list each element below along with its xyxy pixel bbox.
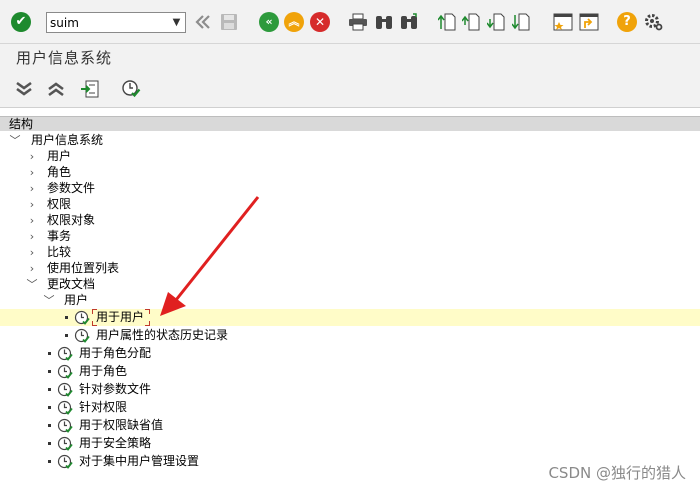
page-title: 用户信息系统 — [16, 49, 113, 67]
tree-node-for-profiles[interactable]: 针对参数文件 — [0, 381, 700, 398]
collapse-all-icon[interactable] — [45, 79, 67, 99]
tree-header-label: 结构 — [9, 117, 34, 131]
tree-header: 结构 — [0, 116, 700, 131]
document-arrow-icon[interactable] — [79, 79, 101, 99]
tree-node-auth-defaults[interactable]: 用于权限缺省值 — [0, 417, 700, 434]
tree-node-where-used[interactable]: › 使用位置列表 — [0, 260, 700, 277]
last-page-icon[interactable] — [511, 12, 531, 32]
bullet — [48, 388, 51, 391]
tree-node-for-users[interactable]: 用于用户 — [0, 309, 700, 326]
focus-corner — [92, 321, 97, 326]
command-field[interactable]: ▼ — [46, 12, 186, 33]
print-icon[interactable] — [347, 12, 369, 32]
tree-node-role-assignment[interactable]: 用于角色分配 — [0, 345, 700, 362]
tree-node-transactions[interactable]: › 事务 — [0, 228, 700, 245]
chevron-right-icon[interactable]: › — [26, 260, 38, 277]
bullet — [48, 424, 51, 427]
generate-shortcut-icon[interactable] — [578, 12, 600, 32]
chevron-right-icon[interactable]: › — [26, 212, 38, 229]
focus-corner — [92, 309, 97, 314]
gear-icon[interactable] — [642, 12, 664, 32]
find-icon[interactable] — [373, 12, 395, 32]
back-icon[interactable]: « — [259, 12, 279, 32]
enter-check-icon[interactable]: ✔ — [11, 12, 31, 32]
bullet — [48, 406, 51, 409]
execute-clock-icon[interactable] — [120, 79, 142, 99]
bullet — [48, 352, 51, 355]
tree-node-for-authorizations[interactable]: 针对权限 — [0, 399, 700, 416]
title-bar: 用户信息系统 — [0, 44, 700, 71]
chevron-right-icon[interactable]: › — [26, 164, 38, 181]
focus-corner — [145, 321, 150, 326]
tree-node-change-docs-user[interactable]: ﹀ 用户 — [0, 292, 700, 309]
first-page-icon[interactable] — [437, 12, 457, 32]
execute-clock-icon[interactable] — [57, 454, 73, 470]
chevron-right-icon[interactable]: › — [26, 244, 38, 261]
bullet — [65, 316, 68, 319]
bullet — [48, 442, 51, 445]
chevron-down-icon[interactable]: ﹀ — [9, 132, 21, 149]
system-toolbar: ✔ ▼ « ︽ ✕ ? — [0, 0, 700, 44]
tree-node-change-documents[interactable]: ﹀ 更改文档 — [0, 276, 700, 293]
bullet — [48, 460, 51, 463]
tree-node-user-attr-history[interactable]: 用户属性的状态历史记录 — [0, 327, 700, 344]
chevron-right-icon[interactable]: › — [26, 196, 38, 213]
watermark: CSDN @独行的猎人 — [548, 464, 686, 482]
execute-clock-icon[interactable] — [74, 328, 90, 344]
chevron-down-icon[interactable]: ﹀ — [43, 292, 55, 309]
execute-clock-icon[interactable] — [57, 364, 73, 380]
execute-clock-icon[interactable] — [74, 310, 90, 326]
previous-page-icon[interactable] — [461, 12, 481, 32]
save-icon[interactable] — [219, 12, 239, 32]
tree-node-profiles[interactable]: › 参数文件 — [0, 180, 700, 197]
tree-node-auth-objects[interactable]: › 权限对象 — [0, 212, 700, 229]
tree-node-root[interactable]: ﹀ 用户信息系统 — [0, 132, 700, 149]
application-toolbar — [0, 71, 700, 108]
execute-clock-icon[interactable] — [57, 400, 73, 416]
expand-all-icon[interactable] — [13, 79, 35, 99]
find-next-icon[interactable] — [398, 12, 420, 32]
tree-node-security-policies[interactable]: 用于安全策略 — [0, 435, 700, 452]
bullet — [48, 370, 51, 373]
execute-clock-icon[interactable] — [57, 346, 73, 362]
tree-node-for-roles[interactable]: 用于角色 — [0, 363, 700, 380]
execute-clock-icon[interactable] — [57, 382, 73, 398]
next-page-icon[interactable] — [486, 12, 506, 32]
chevron-right-icon[interactable]: › — [26, 148, 38, 165]
double-chevron-left-icon[interactable] — [193, 12, 213, 32]
chevron-right-icon[interactable]: › — [26, 180, 38, 197]
bullet — [65, 334, 68, 337]
help-icon[interactable]: ? — [617, 12, 637, 32]
execute-clock-icon[interactable] — [57, 418, 73, 434]
tree-node-authorizations[interactable]: › 权限 — [0, 196, 700, 213]
execute-clock-icon[interactable] — [57, 436, 73, 452]
new-session-icon[interactable] — [552, 12, 574, 32]
exit-icon[interactable]: ︽ — [284, 12, 304, 32]
focus-corner — [145, 309, 150, 314]
tree-node-roles[interactable]: › 角色 — [0, 164, 700, 181]
chevron-down-icon[interactable]: ▼ — [168, 13, 185, 32]
tree-node-users[interactable]: › 用户 — [0, 148, 700, 165]
chevron-right-icon[interactable]: › — [26, 228, 38, 245]
chevron-down-icon[interactable]: ﹀ — [26, 276, 38, 293]
command-input[interactable] — [50, 14, 168, 31]
tree-node-comparisons[interactable]: › 比较 — [0, 244, 700, 261]
cancel-icon[interactable]: ✕ — [310, 12, 330, 32]
